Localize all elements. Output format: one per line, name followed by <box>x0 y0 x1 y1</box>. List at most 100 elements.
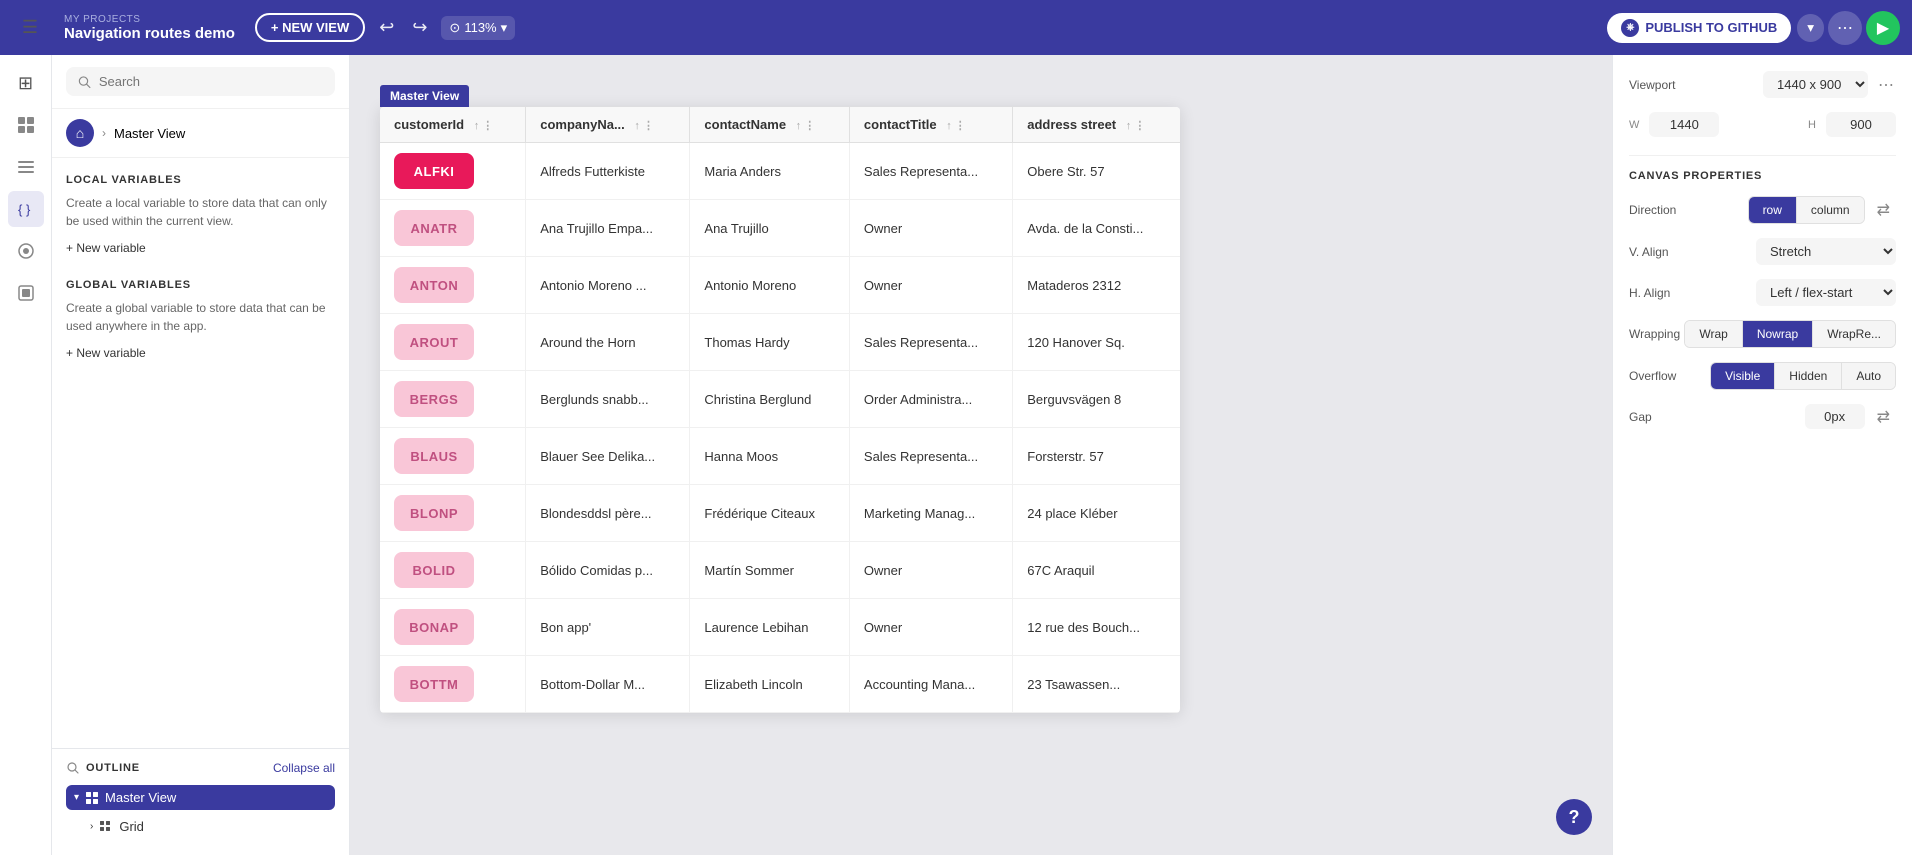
cell-contactTitle: Sales Representa... <box>849 143 1012 200</box>
chevron-right-icon: › <box>102 126 106 140</box>
halign-row: H. Align Left / flex-start <box>1629 279 1896 306</box>
valign-select[interactable]: Stretch <box>1756 238 1896 265</box>
col-customerId[interactable]: customerId ↑ ⋮ <box>380 107 526 143</box>
col-companyName[interactable]: companyNa... ↑ ⋮ <box>526 107 690 143</box>
halign-label: H. Align <box>1629 286 1670 300</box>
nowrap-button[interactable]: Nowrap <box>1743 321 1813 347</box>
col-contactTitle[interactable]: contactTitle ↑ ⋮ <box>849 107 1012 143</box>
local-new-variable-link[interactable]: + New variable <box>66 241 146 255</box>
outline-grid-label: Grid <box>119 819 144 834</box>
cell-contactName: Ana Trujillo <box>690 200 850 257</box>
data-icon-button[interactable] <box>8 149 44 185</box>
share-button[interactable]: ⋯ <box>1828 11 1862 45</box>
cell-addressStreet: Avda. de la Consti... <box>1013 200 1180 257</box>
outline-title: OUTLINE <box>66 761 140 775</box>
gap-label: Gap <box>1629 410 1652 424</box>
col-addressStreet[interactable]: address street ↑ ⋮ <box>1013 107 1180 143</box>
cell-contactName: Hanna Moos <box>690 428 850 485</box>
direction-row-button[interactable]: row <box>1749 197 1797 223</box>
cell-addressStreet: Forsterstr. 57 <box>1013 428 1180 485</box>
cell-addressStreet: 67C Araquil <box>1013 542 1180 599</box>
direction-column-button[interactable]: column <box>1797 197 1864 223</box>
overflow-row: Overflow Visible Hidden Auto <box>1629 362 1896 390</box>
publish-button[interactable]: ⎈ PUBLISH TO GITHUB <box>1607 13 1791 43</box>
canvas-area[interactable]: Master View customerId ↑ ⋮ companyNa... … <box>350 55 1612 855</box>
valign-label: V. Align <box>1629 245 1669 259</box>
cell-contactName: Christina Berglund <box>690 371 850 428</box>
global-new-variable-link[interactable]: + New variable <box>66 346 146 360</box>
redo-button[interactable]: ↪ <box>408 13 431 42</box>
cell-customerId: ALFKI <box>380 143 526 200</box>
customer-badge: ANTON <box>394 267 474 303</box>
h-label: H <box>1808 119 1816 131</box>
halign-select[interactable]: Left / flex-start <box>1756 279 1896 306</box>
frame-label: Master View <box>380 85 469 107</box>
cell-contactTitle: Marketing Manag... <box>849 485 1012 542</box>
h-row: H <box>1808 112 1896 137</box>
search-small-icon <box>66 761 80 775</box>
table-row: ANATR Ana Trujillo Empa... Ana Trujillo … <box>380 200 1180 257</box>
help-button[interactable]: ? <box>1556 799 1592 835</box>
table-row: ANTON Antonio Moreno ... Antonio Moreno … <box>380 257 1180 314</box>
w-input[interactable] <box>1649 112 1719 137</box>
main-layout: ⊞ { } ⌂ › Master View L <box>0 55 1912 855</box>
wrap-button[interactable]: Wrap <box>1685 321 1742 347</box>
variables-icon-button[interactable]: { } <box>8 191 44 227</box>
publish-dropdown-button[interactable]: ▾ <box>1797 14 1824 42</box>
viewport-select[interactable]: 1440 x 900 <box>1763 71 1868 98</box>
chevron-right-small-icon: › <box>90 821 93 832</box>
h-input[interactable] <box>1826 112 1896 137</box>
customer-badge: BERGS <box>394 381 474 417</box>
cell-customerId: BONAP <box>380 599 526 656</box>
global-variables-title: GLOBAL VARIABLES <box>66 279 335 291</box>
table-row: BONAP Bon app' Laurence Lebihan Owner 12… <box>380 599 1180 656</box>
col-contactName[interactable]: contactName ↑ ⋮ <box>690 107 850 143</box>
cell-addressStreet: 24 place Kléber <box>1013 485 1180 542</box>
local-variables-title: LOCAL VARIABLES <box>66 174 335 186</box>
undo-button[interactable]: ↩ <box>375 13 398 42</box>
gap-swap-button[interactable]: ⇄ <box>1871 405 1896 429</box>
outline-master-view-item[interactable]: ▾ Master View <box>66 785 335 810</box>
cell-customerId: ANATR <box>380 200 526 257</box>
wrapre-button[interactable]: WrapRe... <box>1813 321 1895 347</box>
table-row: ALFKI Alfreds Futterkiste Maria Anders S… <box>380 143 1180 200</box>
new-view-button[interactable]: + NEW VIEW <box>255 13 365 42</box>
local-variables-section: LOCAL VARIABLES Create a local variable … <box>52 158 349 263</box>
dimensions-row: W H <box>1629 112 1896 137</box>
assets-icon-button[interactable] <box>8 275 44 311</box>
cell-companyName: Around the Horn <box>526 314 690 371</box>
cell-contactName: Martín Sommer <box>690 542 850 599</box>
visible-button[interactable]: Visible <box>1711 363 1775 389</box>
menu-icon[interactable]: ☰ <box>12 10 48 46</box>
search-input[interactable] <box>99 74 323 89</box>
plugins-icon-button[interactable] <box>8 233 44 269</box>
outline-grid-item[interactable]: › Grid <box>66 814 335 839</box>
cell-addressStreet: Berguvsvägen 8 <box>1013 371 1180 428</box>
hidden-button[interactable]: Hidden <box>1775 363 1842 389</box>
viewport-more-button[interactable]: ⋯ <box>1876 73 1896 97</box>
home-icon: ⌂ <box>66 119 94 147</box>
zoom-control[interactable]: ⊙ 113% ▾ <box>441 16 515 40</box>
table-header-row: customerId ↑ ⋮ companyNa... ↑ ⋮ contactN… <box>380 107 1180 143</box>
gap-row: Gap ⇄ <box>1629 404 1896 429</box>
swap-direction-button[interactable]: ⇄ <box>1871 198 1896 222</box>
cell-contactName: Frédérique Citeaux <box>690 485 850 542</box>
components-icon-button[interactable] <box>8 107 44 143</box>
gap-input[interactable] <box>1805 404 1865 429</box>
viewport-value-row: 1440 x 900 ⋯ <box>1763 71 1896 98</box>
cell-addressStreet: 23 Tsawassen... <box>1013 656 1180 713</box>
grid-small-icon <box>99 820 113 834</box>
play-button[interactable]: ▶ <box>1866 11 1900 45</box>
right-panel: Viewport 1440 x 900 ⋯ W H CANVAS PROPERT… <box>1612 55 1912 855</box>
project-info: MY PROJECTS Navigation routes demo <box>64 14 235 42</box>
customer-badge: BOTTM <box>394 666 474 702</box>
collapse-all-link[interactable]: Collapse all <box>273 761 335 775</box>
data-table: customerId ↑ ⋮ companyNa... ↑ ⋮ contactN… <box>380 107 1180 713</box>
cell-contactTitle: Order Administra... <box>849 371 1012 428</box>
layers-icon-button[interactable]: ⊞ <box>8 65 44 101</box>
master-view-row: ⌂ › Master View <box>52 109 349 158</box>
zoom-icon: ⊙ <box>449 20 460 36</box>
global-variables-section: GLOBAL VARIABLES Create a global variabl… <box>52 263 349 368</box>
valign-row: V. Align Stretch <box>1629 238 1896 265</box>
auto-button[interactable]: Auto <box>1842 363 1895 389</box>
